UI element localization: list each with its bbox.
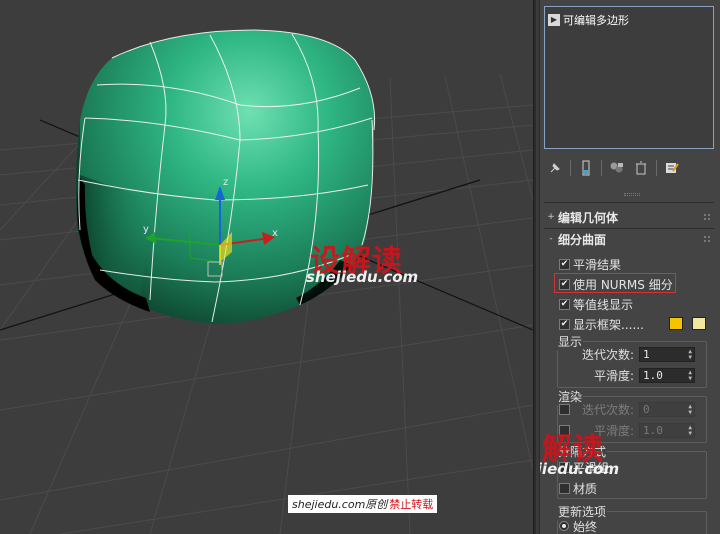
isoline-display-option[interactable]: ✔ 等值线显示 bbox=[559, 296, 633, 312]
show-cage-checkbox[interactable]: ✔ bbox=[559, 318, 570, 330]
isoline-display-label: 等值线显示 bbox=[573, 297, 634, 312]
rollout-title: 细分曲面 bbox=[558, 232, 607, 247]
materials-label: 材质 bbox=[573, 481, 598, 496]
modifier-stack-toolbar bbox=[546, 157, 712, 179]
render-smoothness-spinner[interactable]: 1.0 ▲ ▼ bbox=[639, 422, 695, 438]
smooth-result-label: 平滑结果 bbox=[573, 257, 622, 272]
stack-item-label: 可编辑多边形 bbox=[563, 13, 629, 27]
display-smoothness-row: 平滑度: 1.0 ▲ ▼ bbox=[554, 367, 695, 383]
watermark-brand-en: shejiedu.com bbox=[306, 268, 419, 286]
credit-site: shejiedu.com原创 bbox=[292, 498, 388, 511]
z-axis-label: z bbox=[223, 177, 228, 188]
spinner-arrows-icon[interactable]: ▲ ▼ bbox=[688, 424, 692, 437]
configure-modifier-sets-icon[interactable] bbox=[663, 159, 681, 177]
display-smoothness-value: 1.0 bbox=[643, 368, 663, 382]
spinner-arrows-icon[interactable]: ▲ ▼ bbox=[688, 348, 692, 361]
display-smoothness-label: 平滑度: bbox=[593, 368, 634, 383]
display-smoothness-spinner[interactable]: 1.0 ▲ ▼ bbox=[639, 367, 695, 383]
credit-notice: 禁止转载 bbox=[389, 498, 434, 511]
rollout-grip-icon bbox=[704, 236, 710, 242]
panel-divider[interactable] bbox=[533, 0, 540, 534]
stack-item-editable-poly[interactable]: ▶ 可编辑多边形 bbox=[548, 11, 708, 28]
rollout-subdivision-surface[interactable]: - 细分曲面 bbox=[544, 229, 714, 249]
command-panel: ▶ 可编辑多边形 + 编辑几何体 - 细分曲面 ✔ 平滑结果 ✔ 使用 NURM… bbox=[540, 0, 720, 534]
watermark-brand-en-panel: shejiedu.com bbox=[540, 460, 620, 478]
y-axis-label: y bbox=[143, 224, 149, 235]
modifier-stack-list[interactable]: ▶ 可编辑多边形 bbox=[544, 6, 714, 149]
display-iterations-label: 迭代次数: bbox=[581, 347, 634, 362]
show-end-result-icon[interactable] bbox=[577, 159, 595, 177]
smooth-result-option[interactable]: ✔ 平滑结果 bbox=[559, 256, 621, 272]
expand-arrow-icon[interactable]: ▶ bbox=[548, 13, 560, 26]
cage-color-swatch-1[interactable] bbox=[669, 317, 683, 330]
isoline-display-checkbox[interactable]: ✔ bbox=[559, 298, 570, 310]
credit-badge: shejiedu.com原创 禁止转载 bbox=[288, 495, 438, 513]
x-axis-label: x bbox=[272, 228, 278, 239]
display-iterations-row: 迭代次数: 1 ▲ ▼ bbox=[554, 346, 695, 362]
rollout-title: 编辑几何体 bbox=[558, 210, 619, 225]
show-cage-label: 显示框架...... bbox=[573, 317, 644, 332]
make-unique-icon[interactable] bbox=[608, 159, 626, 177]
spinner-arrows-icon[interactable]: ▲ ▼ bbox=[688, 403, 692, 416]
remove-modifier-icon[interactable] bbox=[632, 159, 650, 177]
nurms-highlight-box bbox=[554, 273, 676, 293]
render-iterations-label: 迭代次数: bbox=[581, 402, 634, 417]
update-always-label: 始终 bbox=[573, 519, 598, 534]
show-cage-option[interactable]: ✔ 显示框架...... bbox=[559, 316, 644, 332]
rollout-edit-geometry[interactable]: + 编辑几何体 bbox=[544, 207, 714, 227]
render-iterations-spinner[interactable]: 0 ▲ ▼ bbox=[639, 401, 695, 417]
display-iterations-spinner[interactable]: 1 ▲ ▼ bbox=[639, 346, 695, 362]
render-smoothness-value: 1.0 bbox=[643, 423, 663, 437]
materials-checkbox[interactable] bbox=[559, 482, 570, 494]
rollout-toggle-icon: + bbox=[547, 212, 555, 222]
render-iterations-row: 迭代次数: 0 ▲ ▼ bbox=[554, 401, 695, 417]
rollout-toggle-icon: - bbox=[549, 234, 553, 244]
perspective-viewport[interactable]: z x y 设解读 shejiedu.com shejiedu.com原创 禁止… bbox=[0, 0, 533, 534]
materials-option[interactable]: 材质 bbox=[559, 480, 597, 496]
rollout-grip-icon bbox=[704, 214, 710, 220]
panel-grip[interactable] bbox=[624, 193, 640, 196]
render-iterations-value: 0 bbox=[643, 402, 650, 416]
update-always-radio[interactable] bbox=[559, 521, 569, 531]
viewport-scene: z x y bbox=[0, 29, 533, 534]
smooth-result-checkbox[interactable]: ✔ bbox=[559, 258, 570, 270]
cage-color-swatch-2[interactable] bbox=[692, 317, 706, 330]
spinner-arrows-icon[interactable]: ▲ ▼ bbox=[688, 369, 692, 382]
update-always-option[interactable]: 始终 bbox=[559, 518, 597, 534]
pin-stack-icon[interactable] bbox=[546, 159, 564, 177]
display-iterations-value: 1 bbox=[643, 347, 650, 361]
